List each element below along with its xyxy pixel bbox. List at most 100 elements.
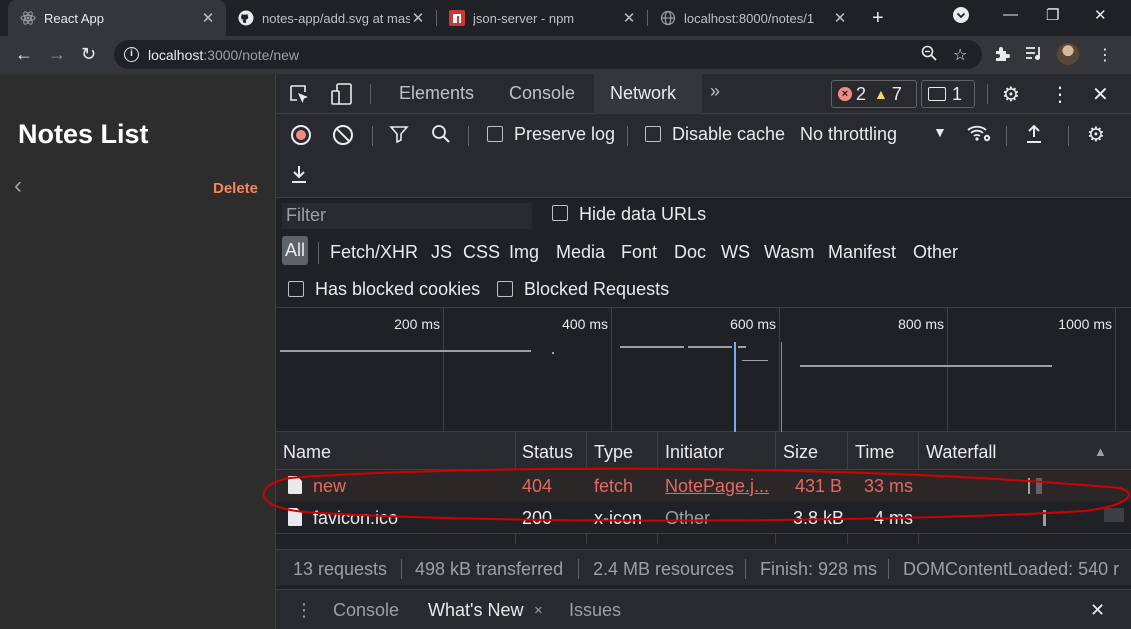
waterfall-scroll-thumb[interactable]	[1104, 508, 1124, 522]
filter-bar: Filter Hide data URLs All Fetch/XHR JS C…	[276, 198, 1131, 308]
export-har-icon[interactable]	[290, 164, 308, 190]
type-filter-all[interactable]: All	[282, 236, 309, 265]
column-type[interactable]: Type	[594, 442, 633, 463]
column-waterfall[interactable]: Waterfall	[926, 442, 996, 463]
toolbar-divider	[370, 84, 371, 104]
column-status[interactable]: Status	[522, 442, 573, 463]
type-filter-other[interactable]: Other	[913, 242, 958, 263]
profile-avatar[interactable]	[1057, 43, 1079, 65]
type-filter-doc[interactable]: Doc	[674, 242, 706, 263]
bookmark-star-icon[interactable]: ☆	[953, 45, 967, 65]
settings-gear-icon[interactable]: ⚙	[1002, 82, 1020, 107]
more-tabs-icon[interactable]: »	[710, 81, 720, 102]
clear-icon[interactable]	[333, 125, 353, 145]
type-filter-font[interactable]: Font	[621, 242, 657, 263]
type-filter-img[interactable]: Img	[509, 242, 539, 263]
column-name[interactable]: Name	[283, 442, 331, 463]
browser-tab-github[interactable]: notes-app/add.svg at mast ✕	[226, 0, 436, 36]
filter-input[interactable]: Filter	[282, 203, 532, 229]
type-filter-js[interactable]: JS	[431, 242, 452, 263]
search-icon[interactable]	[431, 124, 451, 150]
request-name[interactable]: favicon.ico	[313, 508, 398, 529]
back-arrow-icon[interactable]: ←	[15, 44, 33, 65]
close-tab-icon[interactable]: ✕	[200, 9, 216, 27]
issues-counter[interactable]: × 2 ▲ 7	[831, 80, 917, 108]
delete-button[interactable]: Delete	[213, 180, 258, 197]
forward-arrow-icon[interactable]: →	[48, 44, 66, 65]
browser-tab-localhost-8000[interactable]: localhost:8000/notes/1 ✕	[648, 0, 858, 36]
hide-data-urls-label: Hide data URLs	[579, 204, 707, 224]
table-row[interactable]: favicon.ico 200 x-icon Other 3.8 kB 4 ms	[276, 502, 1131, 534]
tab-console[interactable]: Console	[509, 83, 575, 104]
network-conditions-icon[interactable]	[966, 122, 992, 150]
customize-menu-icon[interactable]: ⋮	[1050, 82, 1070, 107]
github-icon	[238, 10, 254, 26]
npm-icon	[449, 10, 465, 26]
drawer-menu-icon[interactable]: ⋮	[295, 600, 313, 621]
site-info-icon[interactable]: i	[124, 47, 139, 62]
type-filter-manifest[interactable]: Manifest	[828, 242, 896, 263]
drawer-tab-issues[interactable]: Issues	[569, 600, 621, 621]
tab-search-icon[interactable]	[952, 6, 970, 28]
type-filter-fetch-xhr[interactable]: Fetch/XHR	[330, 242, 418, 263]
type-filter-ws[interactable]: WS	[721, 242, 750, 263]
browser-tab-npm[interactable]: json-server - npm ✕	[437, 0, 647, 36]
type-filter-css[interactable]: CSS	[463, 242, 500, 263]
tab-network[interactable]: Network	[610, 83, 676, 104]
app-title: Notes List	[18, 119, 149, 149]
disable-cache-checkbox[interactable]	[645, 126, 661, 142]
request-status: 200	[522, 508, 553, 528]
dropdown-arrow-icon[interactable]: ▼	[933, 124, 947, 140]
hide-data-urls-checkbox[interactable]	[552, 205, 568, 221]
filter-funnel-icon[interactable]	[389, 124, 409, 150]
reload-icon[interactable]: ↻	[81, 44, 96, 65]
network-settings-gear-icon[interactable]: ⚙	[1087, 122, 1105, 147]
minimize-icon[interactable]: —	[1003, 6, 1018, 23]
new-tab-button[interactable]: +	[872, 7, 884, 30]
request-name[interactable]: new	[313, 476, 346, 497]
tab-elements[interactable]: Elements	[399, 83, 474, 104]
device-toolbar-icon[interactable]	[330, 83, 354, 111]
request-size: 3.8 kB	[793, 508, 845, 528]
back-chevron-icon[interactable]: ‹	[14, 172, 22, 200]
close-window-icon[interactable]: ✕	[1094, 6, 1107, 24]
toolbar-divider	[627, 126, 628, 146]
preserve-log-checkbox[interactable]	[487, 126, 503, 142]
close-tab-icon[interactable]: ✕	[621, 9, 637, 27]
restore-icon[interactable]: ❐	[1046, 6, 1059, 24]
zoom-icon[interactable]	[921, 45, 937, 66]
blocked-requests-checkbox[interactable]	[497, 281, 513, 297]
browser-tab-react-app[interactable]: React App ✕	[8, 0, 226, 36]
timeline-label: 1000 ms	[1058, 316, 1112, 332]
has-blocked-cookies-checkbox[interactable]	[288, 281, 304, 297]
toolbar-divider	[468, 126, 469, 146]
record-button[interactable]	[291, 125, 311, 145]
drawer-tab-whats-new[interactable]: What's New	[428, 600, 523, 621]
type-filter-media[interactable]: Media	[556, 242, 605, 263]
browser-toolbar: ← → ↻ i localhost:3000/note/new ☆ ⋮	[0, 36, 1131, 74]
close-drawer-tab-icon[interactable]: ×	[534, 602, 543, 619]
throttling-select[interactable]: No throttling	[800, 124, 897, 145]
column-size[interactable]: Size	[783, 442, 818, 463]
column-initiator[interactable]: Initiator	[665, 442, 724, 463]
address-bar[interactable]: i localhost:3000/note/new	[114, 40, 982, 69]
request-time: 4 ms	[874, 508, 914, 528]
network-overview-timeline[interactable]: 200 ms 400 ms 600 ms 800 ms 1000 ms	[276, 308, 1131, 432]
close-tab-icon[interactable]: ✕	[832, 9, 848, 27]
request-initiator-link[interactable]: NotePage.j...	[665, 476, 769, 497]
type-filter-wasm[interactable]: Wasm	[764, 242, 814, 263]
messages-counter[interactable]: 1	[921, 80, 975, 108]
column-time[interactable]: Time	[855, 442, 894, 463]
media-control-icon[interactable]	[1025, 45, 1043, 66]
chrome-menu-icon[interactable]: ⋮	[1097, 45, 1113, 65]
tab-title: localhost:8000/notes/1	[684, 10, 815, 26]
extensions-icon[interactable]	[994, 45, 1011, 67]
import-har-icon[interactable]	[1025, 124, 1043, 150]
inspect-element-icon[interactable]	[288, 83, 310, 111]
close-devtools-icon[interactable]: ✕	[1092, 82, 1109, 107]
close-tab-icon[interactable]: ✕	[410, 9, 426, 27]
timeline-label: 200 ms	[394, 316, 440, 332]
drawer-tab-console[interactable]: Console	[333, 600, 399, 621]
close-drawer-icon[interactable]: ✕	[1090, 600, 1105, 621]
table-row[interactable]: new 404 fetch NotePage.j... 431 B 33 ms	[276, 470, 1131, 502]
